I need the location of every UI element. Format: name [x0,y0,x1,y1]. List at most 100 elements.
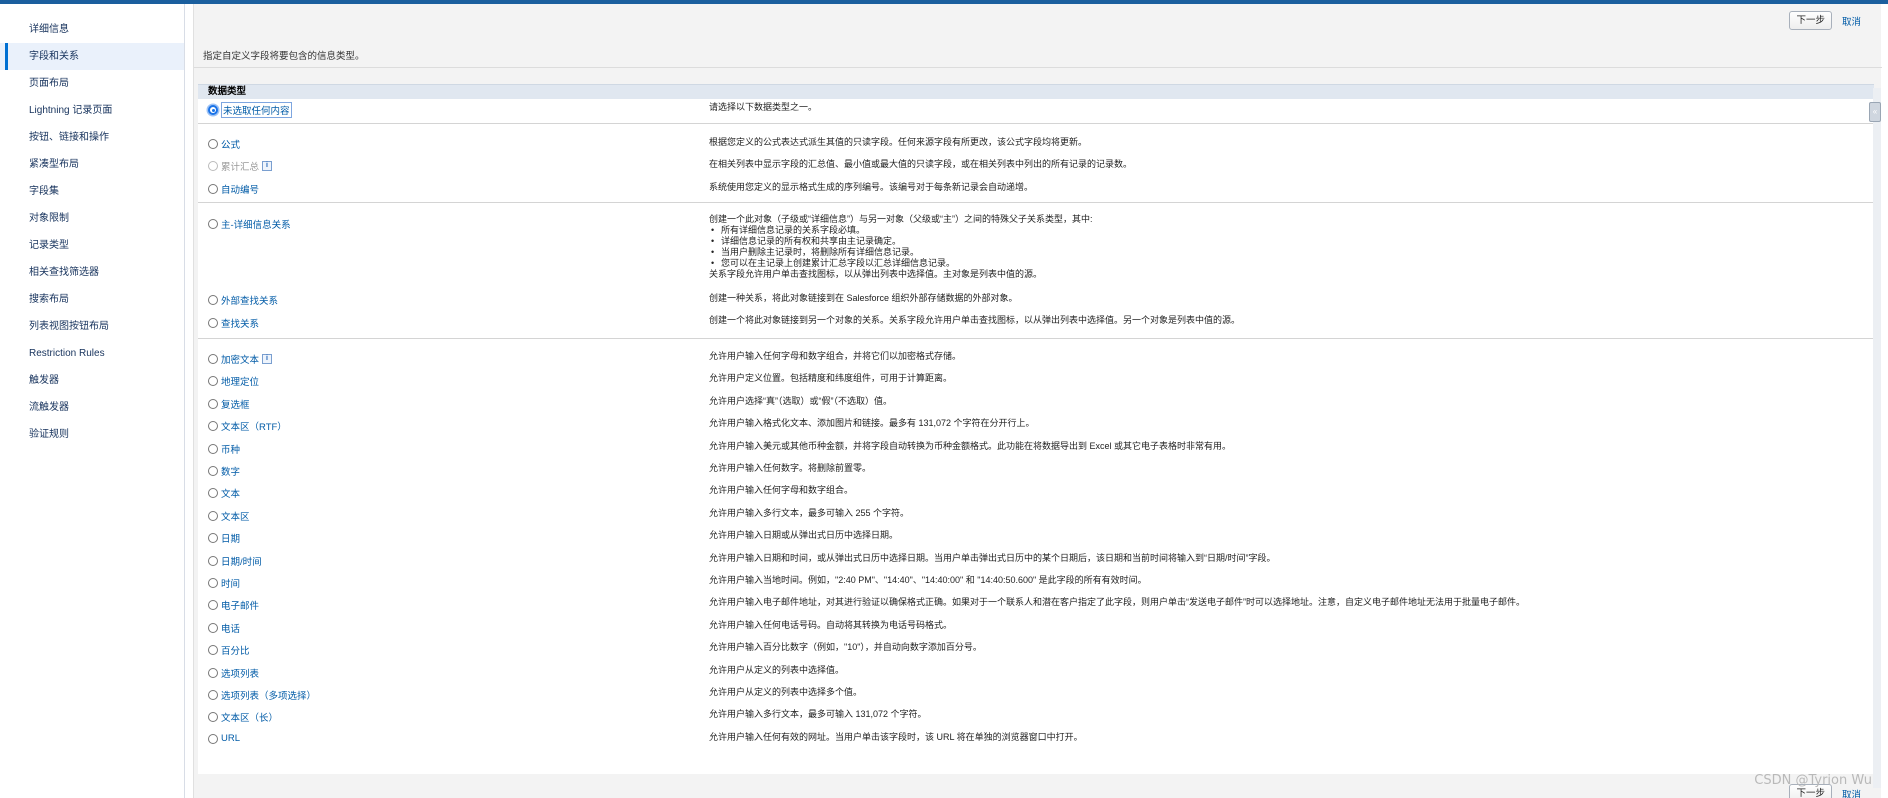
sidebar-item-flow-triggers[interactable]: 流触发器 [0,394,184,421]
radio-autonumber[interactable] [208,184,218,194]
data-type-option[interactable]: 币种 [208,442,240,456]
data-type-option[interactable]: 文本区（RTF） [208,419,287,433]
setup-sidebar: 详细信息 字段和关系 页面布局 Lightning 记录页面 按钮、链接和操作 … [0,4,185,798]
data-type-radio[interactable] [208,623,218,633]
data-type-label: 选项列表 [221,669,260,680]
data-type-radio[interactable] [208,533,218,543]
collapse-tab-icon[interactable]: « [1869,102,1881,122]
data-type-panel: 数据类型 未选取任何内容 请选择以下数据类型之一。 公式 根据您定义的公式表达式… [198,84,1874,774]
data-type-radio[interactable] [208,466,218,476]
data-type-label: 文本区（RTF） [221,422,287,433]
info-icon[interactable]: i [262,354,273,364]
option-lookup-desc: 创建一个将此对象链接到另一个对象的关系。关系字段允许用户单击查找图标，以从弹出列… [709,315,1241,325]
data-type-desc: 允许用户输入格式化文本、添加图片和链接。最多有 131,072 个字符在分开行上… [709,418,1035,428]
data-type-option[interactable]: 选项列表 [208,666,259,680]
sidebar-item-search-layouts[interactable]: 搜索布局 [0,286,184,313]
data-type-radio[interactable] [208,354,218,364]
data-type-radio[interactable] [208,645,218,655]
sidebar-item-triggers[interactable]: 触发器 [0,367,184,394]
data-type-desc: 允许用户输入任何电话号码。自动将其转换为电话号码格式。 [709,620,953,630]
option-lookup[interactable]: 查找关系 [208,316,259,330]
data-type-option[interactable]: 日期/时间 [208,554,262,568]
data-type-desc: 允许用户输入任何字母和数字组合，并将它们以加密格式存储。 [709,351,962,361]
sidebar-item-lightning-record-pages[interactable]: Lightning 记录页面 [0,97,184,124]
radio-external-lookup[interactable] [208,295,218,305]
data-type-label: URL [221,733,241,744]
data-type-label: 电子邮件 [221,601,260,612]
option-autonumber-label: 自动编号 [221,185,260,196]
option-external-lookup-desc: 创建一种关系，将此对象链接到在 Salesforce 组织外部存储数据的外部对象… [709,293,1018,303]
data-type-desc: 允许用户输入任何有效的网址。当用户单击该字段时，该 URL 将在单独的浏览器窗口… [709,732,1083,742]
data-type-option[interactable]: 电话 [208,621,240,635]
data-type-radio[interactable] [208,444,218,454]
data-type-option[interactable]: 加密文本 i [208,352,273,366]
sidebar-item-validation-rules[interactable]: 验证规则 [0,421,184,448]
divider [198,202,1874,203]
radio-none[interactable] [208,105,218,115]
sidebar-item-details[interactable]: 详细信息 [0,16,184,43]
data-type-label: 日期 [221,534,241,545]
data-type-option[interactable]: 选项列表（多项选择） [208,688,316,702]
info-icon[interactable]: i [262,161,273,171]
sidebar-item-fields-relationships[interactable]: 字段和关系 [0,43,184,70]
watermark: CSDN @Tyrion Wu [1754,773,1872,788]
list-item: 您可以在主记录上创建累计汇总字段以汇总详细信息记录。 [709,258,1093,269]
data-type-radio[interactable] [208,556,218,566]
cancel-link-bottom[interactable]: 取消 [1842,787,1861,798]
radio-master-detail[interactable] [208,219,218,229]
sidebar-item-list-view-button-layout[interactable]: 列表视图按钮布局 [0,313,184,340]
top-button-bar: 下一步 取消 [1789,11,1861,30]
data-type-radio[interactable] [208,511,218,521]
radio-lookup[interactable] [208,318,218,328]
divider [198,338,1874,339]
data-type-desc: 允许用户输入百分比数字（例如，"10"），并自动向数字添加百分号。 [709,642,982,652]
option-none[interactable]: 未选取任何内容 [208,102,292,118]
data-type-radio[interactable] [208,690,218,700]
sidebar-item-lookup-filters[interactable]: 相关查找筛选器 [0,259,184,286]
data-type-option[interactable]: 文本区（长） [208,710,278,724]
option-rollup-desc: 在相关列表中显示字段的汇总值、最小值或最大值的只读字段，或在相关列表中列出的所有… [709,159,1133,169]
sidebar-item-compact-layouts[interactable]: 紧凑型布局 [0,151,184,178]
data-type-option[interactable]: URL [208,733,240,744]
sidebar-item-field-sets[interactable]: 字段集 [0,178,184,205]
data-type-radio[interactable] [208,376,218,386]
data-type-radio[interactable] [208,578,218,588]
option-none-desc: 请选择以下数据类型之一。 [709,102,818,112]
option-autonumber[interactable]: 自动编号 [208,182,259,196]
master-detail-bullets: 所有详细信息记录的关系字段必填。 详细信息记录的所有权和共享由主记录确定。 当用… [709,225,1093,269]
scrollbar[interactable] [1873,88,1881,788]
sidebar-item-record-types[interactable]: 记录类型 [0,232,184,259]
data-type-label: 文本 [221,489,241,500]
data-type-radio[interactable] [208,712,218,722]
data-type-radio[interactable] [208,668,218,678]
data-type-option[interactable]: 文本 [208,486,240,500]
option-master-detail[interactable]: 主-详细信息关系 [208,217,291,231]
option-master-detail-desc: 创建一个此对象（子级或“详细信息”）与另一对象（父级或“主”）之间的特殊父子关系… [709,214,1093,280]
sidebar-item-page-layouts[interactable]: 页面布局 [0,70,184,97]
data-type-desc: 允许用户输入任何字母和数字组合。 [709,485,854,495]
data-type-radio[interactable] [208,421,218,431]
option-lookup-label: 查找关系 [221,319,260,330]
option-external-lookup[interactable]: 外部查找关系 [208,293,278,307]
next-button[interactable]: 下一步 [1789,11,1832,30]
sidebar-item-object-limits[interactable]: 对象限制 [0,205,184,232]
sidebar-item-buttons-links-actions[interactable]: 按钮、链接和操作 [0,124,184,151]
radio-formula[interactable] [208,139,218,149]
data-type-option[interactable]: 日期 [208,531,240,545]
data-type-option[interactable]: 地理定位 [208,374,259,388]
data-type-desc: 允许用户输入当地时间。例如，"2:40 PM"、"14:40"、"14:40:0… [709,575,1147,585]
sidebar-item-restriction-rules[interactable]: Restriction Rules [0,340,184,367]
data-type-option[interactable]: 百分比 [208,643,250,657]
data-type-option[interactable]: 时间 [208,576,240,590]
data-type-radio[interactable] [208,600,218,610]
option-formula[interactable]: 公式 [208,137,240,151]
data-type-option[interactable]: 数字 [208,464,240,478]
data-type-option[interactable]: 文本区 [208,509,250,523]
data-type-option[interactable]: 复选框 [208,397,250,411]
data-type-radio[interactable] [208,399,218,409]
data-type-radio[interactable] [208,488,218,498]
cancel-link[interactable]: 取消 [1842,14,1861,28]
data-type-option[interactable]: 电子邮件 [208,598,259,612]
divider [198,123,1874,124]
data-type-radio[interactable] [208,733,218,744]
